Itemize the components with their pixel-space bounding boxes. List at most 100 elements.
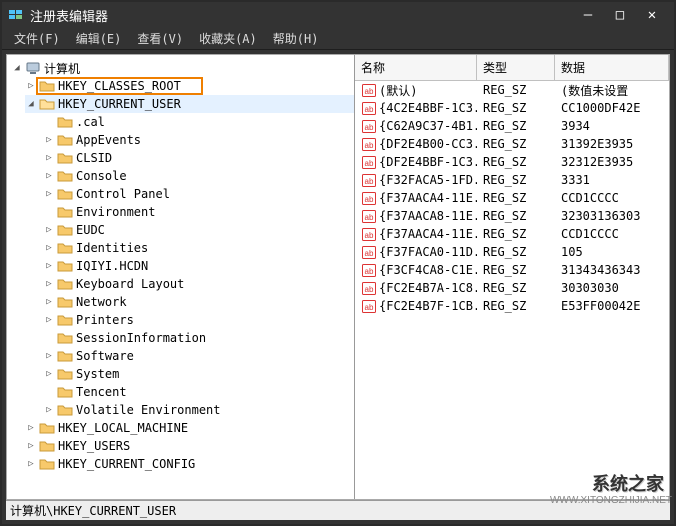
- expander-closed-icon[interactable]: ▷: [43, 368, 55, 380]
- svg-text:ab: ab: [365, 195, 374, 204]
- tree-subkey[interactable]: .cal: [43, 113, 354, 131]
- tree-subkey[interactable]: ▷CLSID: [43, 149, 354, 167]
- tree-subkey[interactable]: ▷Control Panel: [43, 185, 354, 203]
- tree-subkey[interactable]: ▷Console: [43, 167, 354, 185]
- expander-closed-icon[interactable]: ▷: [43, 260, 55, 272]
- value-name: {F37AACA8-11E...: [379, 209, 477, 223]
- string-value-icon: ab: [361, 173, 377, 187]
- list-row[interactable]: ab{DF2E4BBF-1C3...REG_SZ32312E3935: [355, 153, 669, 171]
- list-row[interactable]: ab{F37AACA4-11E...REG_SZCCD1CCCC: [355, 225, 669, 243]
- tree-hive[interactable]: ▷ HKEY_CLASSES_ROOT: [25, 77, 354, 95]
- tree-root[interactable]: ◢ 计算机: [7, 59, 354, 77]
- list-row[interactable]: ab{FC2E4B7F-1CB...REG_SZE53FF00042E: [355, 297, 669, 315]
- tree-label: Keyboard Layout: [76, 277, 184, 291]
- close-button[interactable]: ✕: [636, 3, 668, 27]
- expander-closed-icon[interactable]: ▷: [43, 404, 55, 416]
- expander-closed-icon[interactable]: ▷: [43, 170, 55, 182]
- folder-icon: [57, 294, 73, 310]
- list-row[interactable]: ab{F37AACA8-11E...REG_SZ32303136303: [355, 207, 669, 225]
- tree-pane[interactable]: ◢ 计算机 ▷ HKEY_CLASSES_ROOT ◢: [7, 55, 355, 499]
- list-row[interactable]: ab{F32FACA5-1FD...REG_SZ3331: [355, 171, 669, 189]
- value-data: CC1000DF42E: [555, 100, 669, 116]
- list-row[interactable]: ab{C62A9C37-4B1...REG_SZ3934: [355, 117, 669, 135]
- titlebar: 注册表编辑器 — □ ✕: [2, 2, 674, 28]
- svg-text:ab: ab: [365, 213, 374, 222]
- list-row[interactable]: ab{F3CF4CA8-C1E...REG_SZ31343436343: [355, 261, 669, 279]
- tree-label: Network: [76, 295, 127, 309]
- value-type: REG_SZ: [477, 82, 555, 98]
- list-row[interactable]: ab(默认)REG_SZ(数值未设置: [355, 81, 669, 99]
- tree-label: Volatile Environment: [76, 403, 221, 417]
- tree-subkey[interactable]: ▷AppEvents: [43, 131, 354, 149]
- expander-closed-icon[interactable]: ▷: [25, 458, 37, 470]
- tree-label: Software: [76, 349, 134, 363]
- window: 注册表编辑器 — □ ✕ 文件(F) 编辑(E) 查看(V) 收藏夹(A) 帮助…: [0, 0, 676, 526]
- folder-open-icon: [39, 96, 55, 112]
- tree-hive[interactable]: ▷ HKEY_CURRENT_CONFIG: [25, 455, 354, 473]
- list-row[interactable]: ab{F37FACA0-11D...REG_SZ105: [355, 243, 669, 261]
- list-row[interactable]: ab{FC2E4B7A-1C8...REG_SZ30303030: [355, 279, 669, 297]
- folder-icon: [57, 312, 73, 328]
- string-value-icon: ab: [361, 263, 377, 277]
- expander-none: [43, 116, 55, 128]
- col-name-header[interactable]: 名称: [355, 55, 477, 80]
- tree-subkey[interactable]: ▷ Network: [43, 293, 354, 311]
- menu-view[interactable]: 查看(V): [129, 28, 191, 49]
- expander-closed-icon[interactable]: ▷: [43, 350, 55, 362]
- svg-text:ab: ab: [365, 267, 374, 276]
- svg-text:ab: ab: [365, 105, 374, 114]
- folder-icon: [57, 384, 73, 400]
- tree-subkey[interactable]: ▷Identities: [43, 239, 354, 257]
- col-type-header[interactable]: 类型: [477, 55, 555, 80]
- expander-closed-icon[interactable]: ▷: [43, 134, 55, 146]
- list-row[interactable]: ab{4C2E4BBF-1C3...REG_SZCC1000DF42E: [355, 99, 669, 117]
- expander-closed-icon[interactable]: ▷: [43, 188, 55, 200]
- string-value-icon: ab: [361, 119, 377, 133]
- tree-label: .cal: [76, 115, 105, 129]
- menu-edit[interactable]: 编辑(E): [68, 28, 130, 49]
- expander-open-icon[interactable]: ◢: [25, 98, 37, 110]
- tree-subkey[interactable]: ▷ Volatile Environment: [43, 401, 354, 419]
- tree-subkey[interactable]: Tencent: [43, 383, 354, 401]
- value-data: 32303136303: [555, 208, 669, 224]
- expander-closed-icon[interactable]: ▷: [43, 278, 55, 290]
- list-body[interactable]: ab(默认)REG_SZ(数值未设置ab{4C2E4BBF-1C3...REG_…: [355, 81, 669, 499]
- tree-subkey[interactable]: ▷ Keyboard Layout: [43, 275, 354, 293]
- menu-help[interactable]: 帮助(H): [265, 28, 327, 49]
- menu-file[interactable]: 文件(F): [6, 28, 68, 49]
- list-row[interactable]: ab{DF2E4B00-CC3...REG_SZ31392E3935: [355, 135, 669, 153]
- string-value-icon: ab: [361, 155, 377, 169]
- tree-subkey[interactable]: SessionInformation: [43, 329, 354, 347]
- col-data-header[interactable]: 数据: [555, 55, 669, 80]
- tree-subkey[interactable]: Environment: [43, 203, 354, 221]
- menu-favorites[interactable]: 收藏夹(A): [191, 28, 265, 49]
- tree-hive-selected[interactable]: ◢ HKEY_CURRENT_USER: [25, 95, 354, 113]
- maximize-button[interactable]: □: [604, 3, 636, 27]
- tree-label: IQIYI.HCDN: [76, 259, 148, 273]
- tree-subkey[interactable]: ▷Printers: [43, 311, 354, 329]
- expander-closed-icon[interactable]: ▷: [43, 296, 55, 308]
- tree-hive[interactable]: ▷ HKEY_USERS: [25, 437, 354, 455]
- list-row[interactable]: ab{F37AACA4-11E...REG_SZCCD1CCCC: [355, 189, 669, 207]
- value-data: 3934: [555, 118, 669, 134]
- tree-subkey[interactable]: ▷EUDC: [43, 221, 354, 239]
- value-data: E53FF00042E: [555, 298, 669, 314]
- tree-subkey[interactable]: ▷ Software: [43, 347, 354, 365]
- tree-subkey[interactable]: ▷System: [43, 365, 354, 383]
- expander-closed-icon[interactable]: ▷: [43, 224, 55, 236]
- expander-closed-icon[interactable]: ▷: [43, 242, 55, 254]
- expander-open-icon[interactable]: ◢: [11, 62, 23, 74]
- minimize-button[interactable]: —: [572, 3, 604, 27]
- svg-text:ab: ab: [365, 123, 374, 132]
- expander-closed-icon[interactable]: ▷: [25, 440, 37, 452]
- folder-icon: [39, 456, 55, 472]
- tree-hive[interactable]: ▷ HKEY_LOCAL_MACHINE: [25, 419, 354, 437]
- menubar: 文件(F) 编辑(E) 查看(V) 收藏夹(A) 帮助(H): [2, 28, 674, 50]
- tree-subkey[interactable]: ▷ IQIYI.HCDN: [43, 257, 354, 275]
- expander-closed-icon[interactable]: ▷: [25, 80, 37, 92]
- expander-closed-icon[interactable]: ▷: [43, 314, 55, 326]
- expander-none: [43, 206, 55, 218]
- expander-closed-icon[interactable]: ▷: [25, 422, 37, 434]
- svg-text:ab: ab: [365, 177, 374, 186]
- expander-closed-icon[interactable]: ▷: [43, 152, 55, 164]
